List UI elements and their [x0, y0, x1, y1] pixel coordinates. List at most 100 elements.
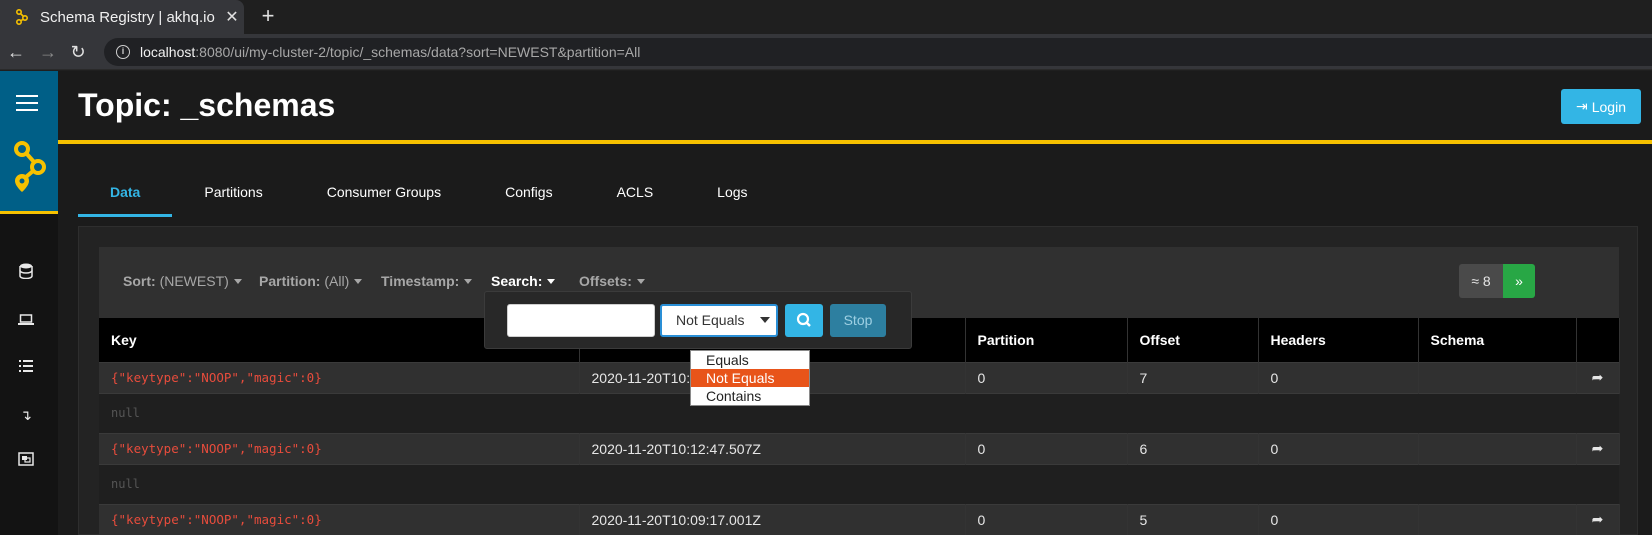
message-partition: 0: [965, 503, 1128, 535]
message-value: null: [99, 392, 1619, 433]
sidebar: ↴: [0, 71, 58, 535]
akhq-logo-icon: [14, 141, 46, 192]
message-key: {"keytype":"NOOP","magic":0}: [99, 432, 580, 464]
message-headers: 0: [1258, 432, 1419, 464]
sort-value: (NEWEST): [159, 273, 229, 289]
hamburger-menu-icon[interactable]: [16, 95, 38, 111]
caret-down-icon: [547, 279, 556, 284]
data-panel: Sort: (NEWEST) Partition: (All) Timestam…: [78, 226, 1638, 535]
database-icon[interactable]: [16, 263, 36, 283]
column-header-schema: Schema: [1418, 318, 1577, 362]
pagination: ≈ 8 »: [1459, 264, 1535, 298]
timestamp-dropdown[interactable]: Timestamp:: [381, 273, 473, 289]
site-info-icon[interactable]: i: [116, 45, 130, 59]
message-schema: [1418, 432, 1577, 464]
list-icon[interactable]: [16, 357, 36, 377]
sign-in-icon: ⇥: [1576, 98, 1588, 114]
option-contains[interactable]: Contains: [691, 387, 809, 405]
message-value-row: null: [99, 392, 1619, 433]
messages-table: Key Partition Offset Headers Schema {"ke…: [99, 318, 1620, 535]
tab-consumer-groups[interactable]: Consumer Groups: [295, 181, 473, 217]
topic-tabs: Data Partitions Consumer Groups Configs …: [78, 181, 780, 217]
sort-dropdown[interactable]: Sort: (NEWEST): [123, 273, 242, 289]
table-row[interactable]: {"keytype":"NOOP","magic":0} 2020-11-20T…: [99, 432, 1620, 464]
share-icon[interactable]: ➦: [1576, 432, 1620, 464]
caret-down-icon: [464, 279, 473, 284]
level-down-icon[interactable]: ↴: [16, 405, 36, 425]
search-dropdown[interactable]: Search:: [491, 273, 556, 289]
message-date: 2020-11-20T10:09:17.001Z: [579, 503, 966, 535]
search-type-options: Equals Not Equals Contains: [690, 350, 810, 406]
message-schema: [1418, 361, 1577, 393]
next-page-button[interactable]: »: [1503, 264, 1535, 298]
tab-partitions[interactable]: Partitions: [172, 181, 294, 217]
title-accent-line: [58, 140, 1652, 144]
search-type-value: Not Equals: [676, 312, 745, 328]
browser-tab-title: Schema Registry | akhq.io: [40, 8, 215, 26]
partition-dropdown[interactable]: Partition: (All): [259, 273, 363, 289]
search-input[interactable]: [507, 304, 655, 337]
back-arrow-icon[interactable]: ←: [4, 40, 28, 64]
close-tab-icon[interactable]: ✕: [220, 7, 244, 27]
partition-value: (All): [324, 273, 350, 289]
column-header-offset: Offset: [1127, 318, 1259, 362]
address-bar[interactable]: i localhost:8080/ui/my-cluster-2/topic/_…: [104, 38, 1652, 66]
option-equals[interactable]: Equals: [691, 351, 809, 369]
message-headers: 0: [1258, 361, 1419, 393]
search-popover: Not Equals Stop: [484, 291, 912, 349]
new-tab-icon[interactable]: +: [254, 3, 282, 29]
tab-data[interactable]: Data: [78, 181, 173, 217]
column-header-partition: Partition: [965, 318, 1128, 362]
stop-button[interactable]: Stop: [830, 304, 886, 337]
option-not-equals[interactable]: Not Equals: [691, 369, 809, 387]
browser-tab-bar: Schema Registry | akhq.io ✕ +: [0, 0, 1652, 34]
message-key: {"keytype":"NOOP","magic":0}: [99, 503, 580, 535]
search-label: Search:: [491, 273, 543, 289]
message-headers: 0: [1258, 503, 1419, 535]
url-host: localhost: [140, 44, 196, 60]
page-title: Topic: _schemas: [78, 87, 336, 123]
message-date: 2020-11-20T10:12:47.507Z: [579, 432, 966, 464]
url-path: :8080/ui/my-cluster-2/topic/_schemas/dat…: [195, 44, 641, 60]
search-button[interactable]: [785, 304, 823, 337]
column-header-actions: [1576, 318, 1620, 362]
caret-down-icon: [636, 279, 645, 284]
tab-configs[interactable]: Configs: [473, 181, 584, 217]
share-icon[interactable]: ➦: [1576, 361, 1620, 393]
forward-arrow-icon[interactable]: →: [36, 40, 60, 64]
offsets-label: Offsets:: [579, 273, 632, 289]
message-offset: 6: [1127, 432, 1259, 464]
column-header-headers: Headers: [1258, 318, 1419, 362]
table-row[interactable]: {"keytype":"NOOP","magic":0} 2020-11-20T…: [99, 503, 1620, 535]
akhq-favicon-icon: [16, 9, 29, 25]
partition-label: Partition:: [259, 273, 321, 289]
search-icon: [796, 312, 811, 327]
sidebar-header: [0, 71, 58, 211]
laptop-icon[interactable]: [16, 311, 36, 331]
tab-acls[interactable]: ACLS: [585, 181, 686, 217]
message-value: null: [99, 463, 1619, 504]
select-arrow-icon: [760, 317, 770, 323]
tab-logs[interactable]: Logs: [685, 181, 779, 217]
table-row[interactable]: {"keytype":"NOOP","magic":0} 2020-11-20T…: [99, 361, 1620, 393]
browser-tab[interactable]: Schema Registry | akhq.io ✕: [0, 0, 244, 34]
offsets-dropdown[interactable]: Offsets:: [579, 273, 645, 289]
timestamp-label: Timestamp:: [381, 273, 460, 289]
message-key: {"keytype":"NOOP","magic":0}: [99, 361, 580, 393]
sort-label: Sort:: [123, 273, 156, 289]
record-count: ≈ 8: [1459, 264, 1503, 298]
caret-down-icon: [233, 279, 242, 284]
search-type-select[interactable]: Not Equals: [660, 304, 778, 337]
message-schema: [1418, 503, 1577, 535]
caret-down-icon: [354, 279, 363, 284]
reload-icon[interactable]: ↻: [66, 40, 90, 64]
sidebar-accent-line: [0, 211, 58, 214]
message-offset: 7: [1127, 361, 1259, 393]
login-button[interactable]: ⇥ Login: [1561, 89, 1641, 124]
object-group-icon[interactable]: [16, 451, 36, 471]
message-value-row: null: [99, 463, 1619, 504]
share-icon[interactable]: ➦: [1576, 503, 1620, 535]
message-partition: 0: [965, 432, 1128, 464]
message-partition: 0: [965, 361, 1128, 393]
browser-toolbar: ← → ↻ i localhost:8080/ui/my-cluster-2/t…: [0, 34, 1652, 70]
